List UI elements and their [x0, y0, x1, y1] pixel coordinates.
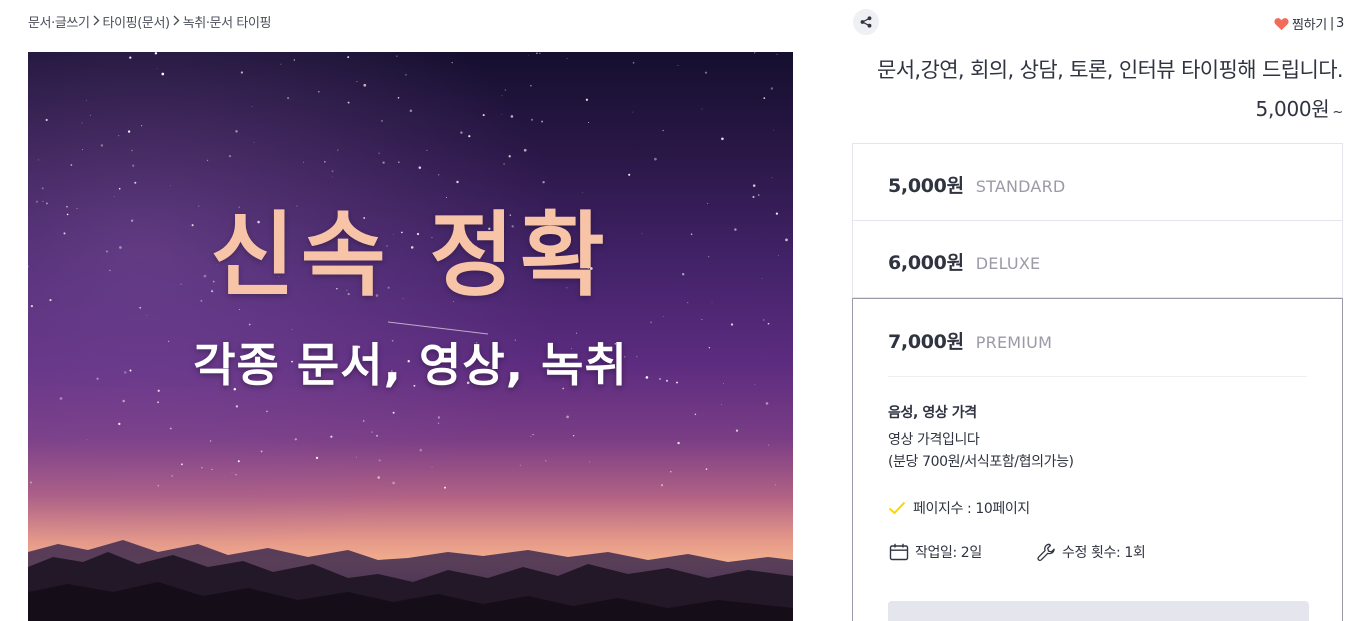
share-icon [860, 16, 872, 28]
share-button[interactable] [853, 9, 879, 35]
base-price: 5,000원 ~ [1255, 93, 1344, 122]
like-separator: | [1329, 16, 1335, 31]
package-tier: PREMIUM [975, 333, 1053, 352]
calendar-icon [889, 543, 909, 561]
night-sky-illustration [28, 52, 793, 621]
package-detail-title: 음성, 영상 가격 [888, 405, 977, 421]
heart-icon [1274, 17, 1289, 30]
package-detail-description: 영상 가격입니다 (분당 700원/서식포함/협의가능) [888, 432, 1074, 470]
check-icon [888, 501, 906, 515]
package-price: 7,000원 [888, 331, 964, 353]
base-price-value: 5,000원 [1255, 97, 1330, 121]
work-days: 작업일: 2일 [889, 542, 982, 562]
package-deluxe[interactable]: 6,000원 DELUXE [853, 221, 1342, 298]
revisions-label: 수정 횟수: 1회 [1062, 545, 1146, 561]
breadcrumb-item-transcription[interactable]: 녹취·문서 타이핑 [183, 12, 272, 31]
package-tier: STANDARD [975, 177, 1066, 196]
package-tier: DELUXE [975, 254, 1041, 273]
package-price: 5,000원 [888, 175, 964, 197]
like-label: 찜하기 [1291, 18, 1327, 33]
package-feature: 페이지수 : 10페이지 [888, 498, 1030, 518]
chevron-right-icon [93, 15, 100, 29]
like-count: 3 [1336, 16, 1344, 31]
thumbnail-title: 신속 정확 [210, 202, 611, 309]
package-selector: 5,000원 STANDARD 6,000원 DELUXE 7,000원 PRE… [852, 143, 1343, 621]
work-days-label: 작업일: 2일 [915, 545, 982, 561]
wrench-icon [1037, 543, 1055, 561]
divider [888, 376, 1307, 377]
package-price: 6,000원 [888, 252, 964, 274]
breadcrumb-item-writing[interactable]: 문서·글쓰기 [28, 12, 90, 31]
revisions: 수정 횟수: 1회 [1037, 542, 1146, 562]
base-price-suffix: ~ [1332, 105, 1343, 120]
breadcrumb-item-typing[interactable]: 타이핑(문서) [103, 12, 171, 31]
service-thumbnail[interactable]: 신속 정확 각종 문서, 영상, 녹취 [28, 52, 793, 621]
purchase-button[interactable] [888, 601, 1309, 621]
chevron-right-icon [173, 15, 180, 29]
feature-label: 페이지수 : 10페이지 [913, 501, 1030, 517]
package-premium[interactable]: 7,000원 PREMIUM 음성, 영상 가격 영상 가격입니다 (분당 70… [852, 298, 1343, 621]
package-standard[interactable]: 5,000원 STANDARD [853, 144, 1342, 221]
breadcrumb: 문서·글쓰기 타이핑(문서) 녹취·문서 타이핑 [28, 12, 271, 31]
thumbnail-subtitle: 각종 문서, 영상, 녹취 [193, 338, 628, 392]
like-button[interactable]: 찜하기 | 3 [1274, 14, 1344, 33]
service-title: 문서,강연, 회의, 상담, 토론, 인터뷰 타이핑해 드립니다. [876, 58, 1344, 82]
